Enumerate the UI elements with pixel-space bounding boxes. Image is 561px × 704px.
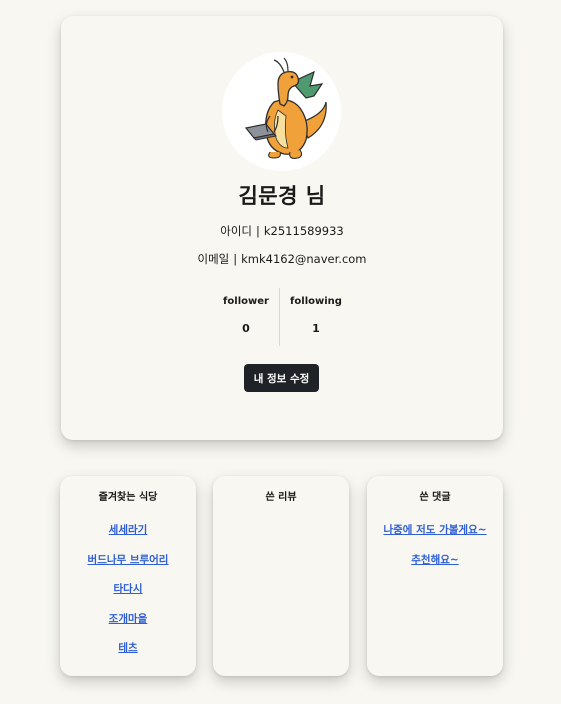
list-item: 세세라기 <box>60 521 196 551</box>
user-name: 김문경 님 <box>238 184 326 208</box>
following-stat[interactable]: following 1 <box>276 288 356 335</box>
favorite-restaurant-link[interactable]: 조개마을 <box>109 613 148 625</box>
favorite-restaurant-link[interactable]: 타다시 <box>114 583 143 595</box>
favorite-restaurants-list: 세세라기 버드나무 브루어리 타다시 조개마을 테츠 <box>60 521 196 669</box>
dragon-avatar-icon <box>222 52 341 171</box>
user-email-label: 이메일 <box>197 252 230 266</box>
favorite-restaurants-title: 즐겨찾는 식당 <box>98 492 158 503</box>
favorite-restaurant-link[interactable]: 테츠 <box>118 642 137 654</box>
favorite-restaurants-card: 즐겨찾는 식당 세세라기 버드나무 브루어리 타다시 조개마을 테츠 <box>60 476 196 676</box>
comment-link[interactable]: 추천해요~ <box>411 554 458 566</box>
user-id-label: 아이디 <box>220 224 253 238</box>
written-reviews-title: 쓴 리뷰 <box>265 492 297 503</box>
list-item: 타다시 <box>60 580 196 610</box>
written-comments-list: 나중에 저도 가볼게요~ 추천해요~ <box>367 521 503 580</box>
following-label: following <box>290 296 342 307</box>
written-comments-title: 쓴 댓글 <box>419 492 451 503</box>
list-item: 테츠 <box>60 639 196 669</box>
favorite-restaurant-link[interactable]: 세세라기 <box>109 524 148 536</box>
avatar <box>222 52 341 171</box>
user-email-line: 이메일 | kmk4162@naver.com <box>61 251 503 267</box>
profile-card: 김문경 님 아이디 | k2511589933 이메일 | kmk4162@naver.… <box>61 16 503 440</box>
list-item: 추천해요~ <box>367 551 503 581</box>
follower-stat[interactable]: follower 0 <box>206 288 286 335</box>
edit-profile-button[interactable]: 내 정보 수정 <box>244 364 319 392</box>
following-count: 1 <box>312 322 320 335</box>
user-id-value: k2511589933 <box>263 224 344 238</box>
user-email-value: kmk4162@naver.com <box>241 252 367 266</box>
list-item: 나중에 저도 가볼게요~ <box>367 521 503 551</box>
list-item: 버드나무 브루어리 <box>60 551 196 581</box>
written-comments-card: 쓴 댓글 나중에 저도 가볼게요~ 추천해요~ <box>367 476 503 676</box>
separator: | <box>233 252 238 266</box>
follower-count: 0 <box>242 322 250 335</box>
written-reviews-card: 쓴 리뷰 <box>213 476 349 676</box>
favorite-restaurant-link[interactable]: 버드나무 브루어리 <box>88 554 169 566</box>
user-id-line: 아이디 | k2511589933 <box>61 223 503 239</box>
follow-stats: follower 0 following 1 <box>61 288 503 346</box>
comment-link[interactable]: 나중에 저도 가볼게요~ <box>383 524 486 536</box>
separator: | <box>256 224 260 238</box>
follower-label: follower <box>223 296 269 307</box>
list-item: 조개마을 <box>60 610 196 640</box>
